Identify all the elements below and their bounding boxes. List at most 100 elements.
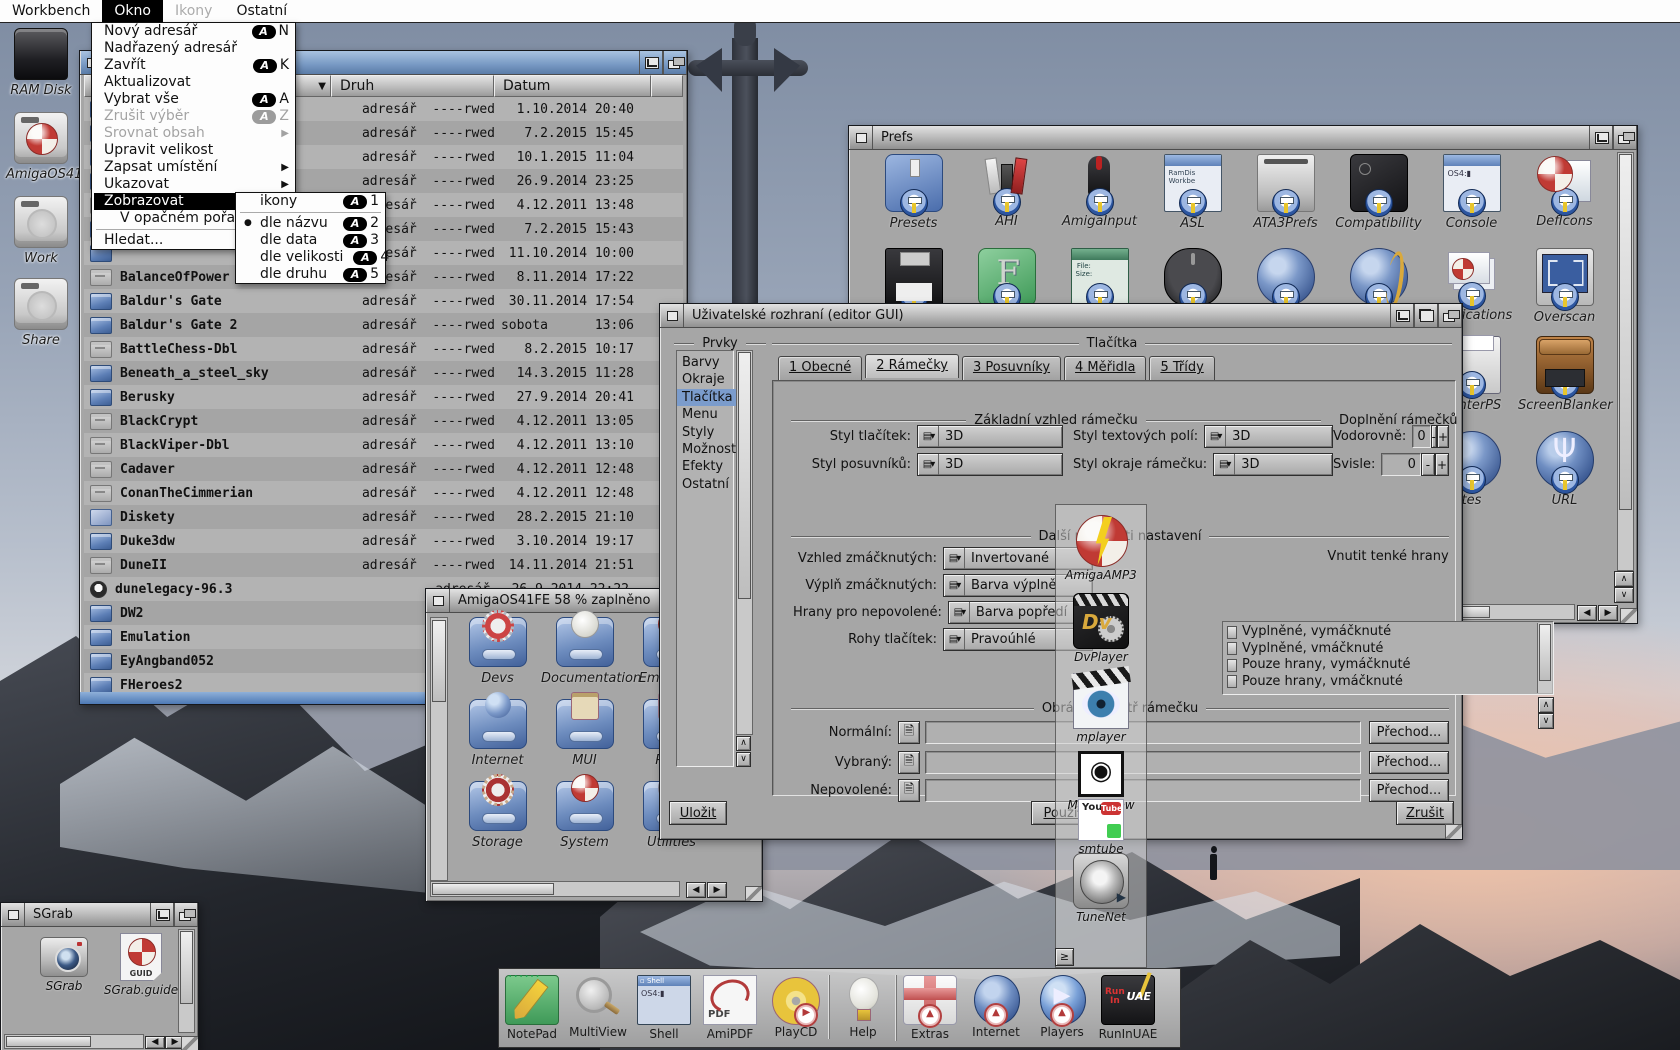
scroll-left-icon[interactable]: ◀ <box>686 882 706 898</box>
prefs-titlebar[interactable]: Prefs <box>849 126 1637 150</box>
prefs-icon[interactable]: Presets <box>867 152 960 246</box>
volume-icon[interactable] <box>14 278 68 330</box>
close-icon[interactable] <box>1 903 25 926</box>
table-row[interactable]: Baldur's Gate 2 adresář ----rwed sobota … <box>84 313 683 337</box>
camera-icon[interactable] <box>40 937 88 977</box>
dock-item-icon[interactable] <box>1073 673 1129 729</box>
menu-item[interactable]: Vybrat vše AA <box>92 91 295 108</box>
menubar-item[interactable]: Ostatní <box>224 0 299 22</box>
table-row[interactable]: Berusky adresář ----rwed 27.9.2014 20:41 <box>84 385 683 409</box>
table-row[interactable]: ConanTheCimmerian adresář ----rwed 4.12.… <box>84 481 683 505</box>
file-picker-icon[interactable] <box>898 751 920 774</box>
prefs-icon[interactable]: Compatibility <box>1332 152 1425 246</box>
table-row[interactable]: Baldur's Gate adresář ----rwed 30.11.201… <box>84 289 683 313</box>
table-row[interactable]: BattleChess-Dbl adresář ----rwed 8.2.201… <box>84 337 683 361</box>
scrollbar-thumb[interactable] <box>738 352 751 599</box>
dock-item-icon[interactable] <box>637 975 691 1025</box>
close-icon[interactable] <box>849 126 873 149</box>
drawer-icon[interactable]: MUI <box>541 697 628 779</box>
dock-item[interactable]: mplayer <box>1056 673 1146 744</box>
plus-button[interactable]: + <box>1437 425 1449 448</box>
list-item[interactable]: Barvy <box>682 354 733 371</box>
guide-document-icon[interactable] <box>120 933 162 981</box>
dock-item-icon[interactable] <box>1036 975 1088 1023</box>
dock-item-icon[interactable] <box>1078 751 1124 797</box>
menu-item[interactable]: ● dle názvu A2 <box>236 215 385 232</box>
dock-item-icon[interactable] <box>903 975 957 1025</box>
dock-item-icon[interactable] <box>970 975 1022 1023</box>
horizontal-scrollbar[interactable] <box>430 881 680 897</box>
drawer-art[interactable] <box>469 699 527 749</box>
scroll-left-icon[interactable]: ◀ <box>1577 605 1597 621</box>
menu-item[interactable]: dle velikosti A4 <box>236 249 385 266</box>
gradient-button[interactable]: Přechod... <box>1369 751 1449 774</box>
depth-icon[interactable] <box>1613 126 1637 149</box>
horizontal-scrollbar[interactable] <box>4 1034 144 1049</box>
style-sliders-popup[interactable]: 3D <box>917 453 1063 476</box>
depth-icon[interactable] <box>663 51 687 74</box>
scrollbar-thumb[interactable] <box>1619 154 1632 510</box>
cancel-button[interactable]: Zrušit <box>1396 801 1454 825</box>
scrollbar-thumb[interactable] <box>6 1036 91 1047</box>
dock-item-icon[interactable] <box>1074 513 1128 567</box>
table-row[interactable]: Cadaver adresář ----rwed 4.12.2011 12:48 <box>84 457 683 481</box>
gradient-button[interactable]: Přechod... <box>1369 779 1449 802</box>
prefs-icon[interactable]: ScreenBlanker <box>1518 334 1611 429</box>
desktop-icon[interactable]: RAM Disk <box>6 28 76 98</box>
dock-item[interactable]: Players <box>1029 975 1095 1039</box>
scrollbar-thumb[interactable] <box>1539 624 1551 681</box>
prefs-icon-art[interactable] <box>1257 248 1315 306</box>
list-item[interactable]: Možnosti <box>682 441 733 458</box>
desktop-icon[interactable]: Share <box>6 278 76 348</box>
prefs-icon[interactable]: AmigaInput <box>1053 152 1146 246</box>
prefs-icon-art[interactable] <box>1536 248 1594 306</box>
column-header-druh[interactable]: Druh <box>331 75 494 97</box>
drawer-icon[interactable]: Devs <box>454 615 541 697</box>
prefs-icon-art[interactable] <box>885 248 943 306</box>
iconify-icon[interactable] <box>1589 126 1613 149</box>
prefs-icon[interactable]: ASL <box>1146 152 1239 246</box>
style-frame-popup[interactable]: 3D <box>1213 453 1333 476</box>
dock-item-icon[interactable] <box>505 975 559 1025</box>
scroll-right-icon[interactable]: ▶ <box>1598 605 1618 621</box>
list-item[interactable]: Vyplněné, vmáčknuté <box>1227 641 1553 658</box>
prefs-icon-art[interactable] <box>1443 154 1501 212</box>
prefs-icon-art[interactable] <box>1537 154 1593 210</box>
menubar-item[interactable]: Workbench <box>0 0 102 22</box>
scrollbar-thumb[interactable] <box>432 883 554 895</box>
prefs-icon-art[interactable] <box>1536 431 1594 489</box>
drawer-art[interactable] <box>556 699 614 749</box>
menu-item[interactable]: Upravit velikost <box>92 142 295 159</box>
gui-titlebar[interactable]: Uživatelské rozhraní (editor GUI) <box>660 304 1462 328</box>
dock-item[interactable]: Extras <box>896 975 963 1041</box>
dock-item-icon[interactable] <box>770 975 822 1023</box>
dock-item-icon[interactable] <box>837 975 889 1023</box>
dock-item[interactable]: RunInUAE <box>1095 975 1161 1041</box>
file-picker-icon[interactable] <box>898 721 920 744</box>
prefs-icon-art[interactable] <box>1444 248 1500 304</box>
drawer-icon[interactable]: System <box>541 779 628 861</box>
file-picker-icon[interactable] <box>898 779 920 802</box>
scroll-up-icon[interactable]: ∧ <box>736 736 751 751</box>
depth-icon[interactable] <box>174 903 198 926</box>
padding-vertical-field[interactable]: 0 <box>1381 453 1421 476</box>
plus-button[interactable]: + <box>1435 453 1449 476</box>
dock-item[interactable]: Shell <box>631 975 697 1041</box>
list-item[interactable]: Okraje <box>682 371 733 388</box>
drawer-art[interactable] <box>469 781 527 831</box>
vertical-scrollbar[interactable] <box>1617 152 1634 571</box>
close-icon[interactable] <box>426 589 450 612</box>
prefs-icon[interactable]: URL <box>1518 429 1611 519</box>
save-button[interactable]: Uložit <box>669 801 727 825</box>
dock-item-icon[interactable] <box>1073 853 1129 909</box>
drawer-icon[interactable]: Storage <box>454 779 541 861</box>
list-item[interactable]: Menu <box>682 406 733 423</box>
drawer-art[interactable] <box>556 617 614 667</box>
style-textfields-popup[interactable]: 3D <box>1204 425 1333 448</box>
elements-scrollbar[interactable] <box>736 350 753 735</box>
dock-item-icon[interactable] <box>1101 975 1155 1025</box>
menu-item[interactable]: dle druhu A5 <box>236 266 385 283</box>
prefs-icon-art[interactable] <box>1072 154 1128 210</box>
desktop-icon[interactable]: AmigaOS41FE <box>6 112 76 182</box>
sgrab-titlebar[interactable]: SGrab <box>1 903 198 927</box>
